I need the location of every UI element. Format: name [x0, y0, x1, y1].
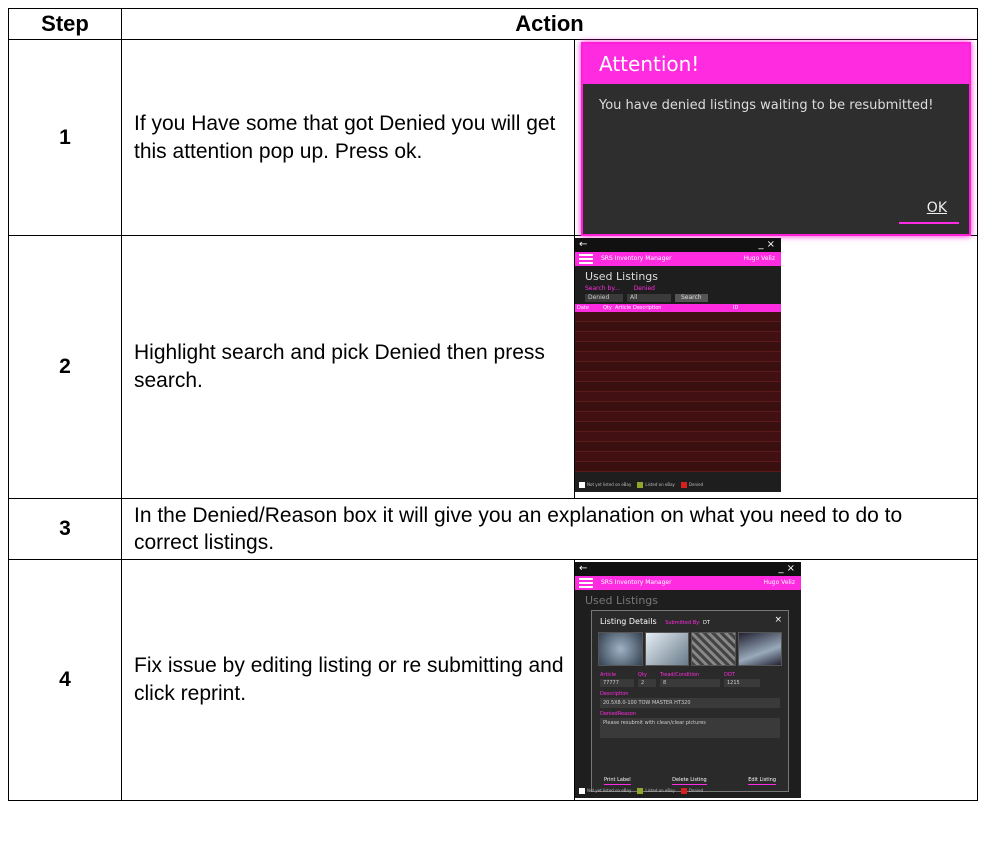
screenshot-used-listings: ← _ × SRS Inventory Manager Hugo Veliz U…	[574, 235, 978, 499]
page-title: Used Listings	[585, 270, 658, 283]
ok-button[interactable]: OK	[927, 200, 947, 216]
header-step: Step	[8, 8, 122, 40]
close-icon[interactable]: ×	[774, 615, 782, 625]
col-qty[interactable]: Qty	[603, 304, 615, 312]
search-value-label: Denied	[633, 285, 655, 292]
table-row[interactable]	[575, 352, 781, 362]
step-number: 2	[8, 235, 122, 499]
dialog-title: Attention!	[583, 44, 969, 84]
grid-rows	[575, 312, 781, 472]
grid-header: Date Qty Article Description ID	[575, 304, 781, 312]
ok-underline	[899, 222, 959, 224]
search-input[interactable]: All	[627, 294, 671, 302]
screenshot-listing-details: ← _ × SRS Inventory Manager Hugo Veliz U…	[574, 559, 978, 801]
app-name: SRS Inventory Manager	[601, 255, 672, 262]
screenshot-attention: Attention! You have denied listings wait…	[574, 39, 978, 236]
step-row-1: 1 If you Have some that got Denied you w…	[8, 39, 978, 236]
dot-field[interactable]: 1215	[724, 679, 760, 687]
table-row[interactable]	[575, 402, 781, 412]
arrow-left-icon[interactable]: ←	[579, 239, 587, 250]
table-row[interactable]	[575, 372, 781, 382]
table-row[interactable]	[575, 342, 781, 352]
legend: Not yet listed on eBay Listed on eBay De…	[579, 788, 703, 794]
instruction-table: Step Action 1 If you Have some that got …	[8, 8, 978, 801]
dot-label: DOT	[724, 672, 735, 678]
search-button[interactable]: Search	[675, 294, 708, 302]
arrow-left-icon[interactable]: ←	[579, 563, 587, 574]
submitted-by: DT	[702, 620, 710, 626]
app-window: ← _ × SRS Inventory Manager Hugo Veliz U…	[575, 238, 781, 492]
step-text: Highlight search and pick Denied then pr…	[121, 235, 575, 499]
listing-details-dialog: Listing Details Submitted By: DT × Artic…	[591, 610, 789, 792]
denied-reason-label: DeniedReason	[600, 711, 636, 717]
denied-reason-field[interactable]: Please resubmit with clean/clear picture…	[600, 718, 780, 738]
hamburger-menu-icon[interactable]	[579, 578, 593, 588]
table-row[interactable]	[575, 442, 781, 452]
step-row-2: 2 Highlight search and pick Denied then …	[8, 235, 978, 499]
step-row-4: 4 Fix issue by editing listing or re sub…	[8, 559, 978, 801]
page-title: Used Listings	[585, 594, 658, 607]
delete-listing-button[interactable]: Delete Listing	[672, 777, 707, 785]
user-name: Hugo Veliz	[743, 255, 775, 262]
hamburger-menu-icon[interactable]	[579, 254, 593, 264]
dialog-message: You have denied listings waiting to be r…	[599, 98, 934, 113]
table-row[interactable]	[575, 382, 781, 392]
col-description[interactable]: Description	[633, 304, 733, 312]
description-label: Description	[600, 691, 629, 697]
legend-item: Listed on eBay	[637, 482, 675, 488]
tread-label: Tread/Condition	[660, 672, 700, 678]
legend: Not yet listed on eBay Listed on eBay De…	[579, 482, 703, 488]
table-row[interactable]	[575, 422, 781, 432]
header-action: Action	[121, 8, 978, 40]
col-id[interactable]: ID	[733, 304, 747, 312]
step-row-3: 3 In the Denied/Reason box it will give …	[8, 498, 978, 560]
legend-item: Denied	[680, 788, 703, 794]
app-window: ← _ × SRS Inventory Manager Hugo Veliz U…	[575, 562, 801, 798]
app-name: SRS Inventory Manager	[601, 579, 672, 586]
article-label: Article	[600, 672, 617, 678]
edit-listing-button[interactable]: Edit Listing	[748, 777, 776, 785]
legend-item: Not yet listed on eBay	[579, 788, 631, 794]
search-select[interactable]: Denied	[585, 294, 623, 302]
legend-item: Not yet listed on eBay	[579, 482, 631, 488]
qty-field[interactable]: 2	[638, 679, 656, 687]
col-article[interactable]: Article	[615, 304, 633, 312]
table-row[interactable]	[575, 412, 781, 422]
table-row[interactable]	[575, 312, 781, 322]
qty-label: Qty	[638, 672, 647, 678]
submitted-by-label: Submitted By:	[665, 620, 701, 626]
table-row[interactable]	[575, 362, 781, 372]
tire-photo[interactable]	[644, 632, 689, 666]
table-row[interactable]	[575, 432, 781, 442]
attention-dialog: Attention! You have denied listings wait…	[581, 42, 971, 236]
table-row[interactable]	[575, 392, 781, 402]
table-row[interactable]	[575, 322, 781, 332]
tread-field[interactable]: 8	[660, 679, 720, 687]
tire-photo[interactable]	[691, 632, 736, 666]
window-controls[interactable]: _ ×	[758, 238, 775, 252]
tire-photo[interactable]	[737, 632, 782, 666]
window-controls[interactable]: _ ×	[778, 562, 795, 576]
legend-item: Listed on eBay	[637, 788, 675, 794]
description-field[interactable]: 20.5X8.0-100 TOW MASTER HT320	[600, 698, 780, 708]
table-row[interactable]	[575, 462, 781, 472]
search-label: Search by...	[585, 285, 620, 292]
user-name: Hugo Veliz	[763, 579, 795, 586]
col-date[interactable]: Date	[577, 304, 603, 312]
step-text: If you Have some that got Denied you wil…	[121, 39, 575, 236]
table-row[interactable]	[575, 452, 781, 462]
step-number: 4	[8, 559, 122, 801]
step-text: Fix issue by editing listing or re submi…	[121, 559, 575, 801]
photo-thumbnails	[592, 628, 788, 670]
step-text: In the Denied/Reason box it will give yo…	[121, 498, 978, 560]
step-number: 3	[8, 498, 122, 560]
legend-item: Denied	[680, 482, 703, 488]
dialog-title: Listing Details	[600, 617, 657, 626]
table-row[interactable]	[575, 332, 781, 342]
print-label-button[interactable]: Print Label	[604, 777, 631, 785]
tire-photo[interactable]	[598, 632, 643, 666]
article-field[interactable]: 77777	[600, 679, 634, 687]
step-number: 1	[8, 39, 122, 236]
